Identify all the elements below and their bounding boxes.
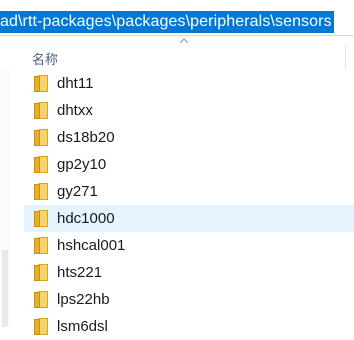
folder-icon xyxy=(34,210,48,227)
file-row[interactable]: hts221 xyxy=(24,259,354,286)
file-name: dht11 xyxy=(57,75,94,92)
address-bar[interactable]: ad\rtt-packages\packages\peripherals\sen… xyxy=(0,0,354,36)
column-header-row: 名称 xyxy=(0,44,354,70)
file-list: dht11 dhtxx ds18b20 gp2y10 gy271 hdc1000… xyxy=(24,70,354,340)
file-row[interactable]: gp2y10 xyxy=(24,151,354,178)
file-name: dhtxx xyxy=(57,102,93,119)
file-name: hshcal001 xyxy=(57,237,126,254)
file-name: gp2y10 xyxy=(57,156,107,173)
file-row[interactable]: lps22hb xyxy=(24,286,354,313)
folder-icon xyxy=(34,156,48,173)
file-row[interactable]: ds18b20 xyxy=(24,124,354,151)
file-row[interactable]: dhtxx xyxy=(24,97,354,124)
navigation-pane-edge xyxy=(0,70,10,327)
folder-icon xyxy=(34,237,48,254)
file-name: ds18b20 xyxy=(57,129,115,146)
column-separator[interactable] xyxy=(345,44,346,70)
file-row[interactable]: hshcal001 xyxy=(24,232,354,259)
folder-icon xyxy=(34,129,48,146)
folder-icon xyxy=(34,264,48,281)
folder-icon xyxy=(34,291,48,308)
address-path-text[interactable]: ad\rtt-packages\packages\peripherals\sen… xyxy=(0,11,334,33)
file-name: hdc1000 xyxy=(57,210,115,227)
column-header-name[interactable]: 名称 xyxy=(32,49,58,68)
file-name: hts221 xyxy=(57,264,103,281)
file-row-selected[interactable]: hdc1000 xyxy=(24,205,354,232)
file-name: gy271 xyxy=(57,183,98,200)
folder-icon xyxy=(34,102,48,119)
file-row[interactable]: gy271 xyxy=(24,178,354,205)
folder-icon xyxy=(34,183,48,200)
folder-icon xyxy=(34,75,48,92)
navigation-scrollbar-thumb[interactable] xyxy=(2,250,8,327)
file-row[interactable]: dht11 xyxy=(24,70,354,97)
file-name: lps22hb xyxy=(57,291,110,308)
